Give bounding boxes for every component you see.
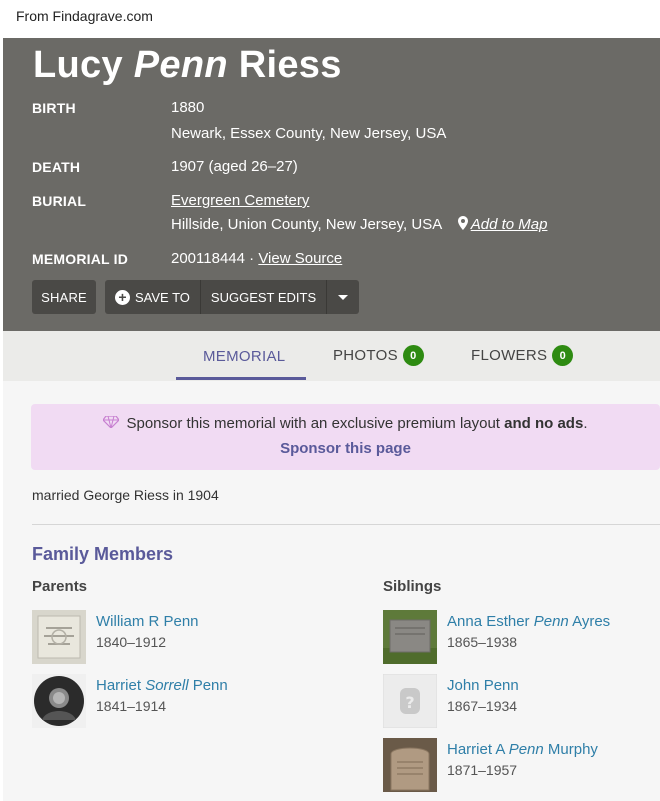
memorial-id-row: 200118444 · View Source [171,250,342,267]
save-to-label: SAVE TO [135,289,190,305]
burial-label: BURIAL [32,193,87,209]
siblings-title: Siblings [383,578,442,595]
placeholder-photo-icon: ? [383,674,437,728]
death-label: DEATH [32,159,81,175]
tab-photos-label: PHOTOS [333,347,398,364]
headstone-photo [32,610,86,664]
bio-text: married George Riess in 1904 [32,487,219,503]
tab-memorial[interactable]: MEMORIAL [203,348,285,365]
sibling-dates: 1865–1938 [447,634,518,650]
memorial-header: Lucy Penn Riess BIRTH 1880 Newark, Essex… [3,38,660,331]
diamond-icon [103,416,120,428]
parent-name: William R Penn [96,613,199,630]
page-title: Lucy Penn Riess [33,44,342,87]
view-source-link[interactable]: View Source [258,250,342,267]
section-divider [32,524,660,525]
sponsor-text: Sponsor this memorial with an exclusive … [126,415,505,432]
tab-memorial-label: MEMORIAL [203,348,286,365]
action-button-group: + SAVE TO SUGGEST EDITS [105,280,360,314]
active-tab-indicator [176,377,306,380]
add-to-map-link[interactable]: Add to Map [471,216,548,233]
burial-place: Hillside, Union County, New Jersey, USA [171,216,442,233]
memorial-id: 200118444 [171,250,245,267]
birth-date: 1880 [171,99,205,116]
tab-flowers-label: FLOWERS [471,347,548,364]
death-value: 1907 (aged 26–27) [171,158,298,175]
name-last: Riess [238,44,342,86]
sibling-name: Anna Esther Penn Ayres [447,613,611,630]
sibling-name: Harriet A Penn Murphy [447,741,598,758]
birth-label: BIRTH [32,100,76,116]
source-note: From Findagrave.com [16,8,153,24]
map-pin-icon [457,216,468,230]
sponsor-text-line: Sponsor this memorial with an exclusive … [31,415,660,432]
id-separator: · [244,250,259,267]
name-middle: Penn [133,44,228,86]
sibling-dates: 1871–1957 [447,762,518,778]
photos-count-badge: 0 [402,345,424,366]
parent-name: Harriet Sorrell Penn [96,677,228,694]
sibling-item[interactable]: Harriet A Penn Murphy 1871–1957 [383,738,598,792]
headstone-photo [383,610,437,664]
sibling-name: John Penn [447,677,519,694]
sibling-dates: 1867–1934 [447,698,518,714]
parent-item[interactable]: Harriet Sorrell Penn 1841–1914 [32,674,228,728]
tab-flowers[interactable]: FLOWERS 0 [471,345,574,366]
caret-down-icon [338,294,349,300]
save-to-button[interactable]: + SAVE TO [105,280,201,314]
burial-place-row: Hillside, Union County, New Jersey, USA … [171,216,547,233]
family-members-title: Family Members [32,544,174,564]
more-actions-dropdown[interactable] [327,280,360,314]
flowers-count-badge: 0 [552,345,574,366]
tab-photos[interactable]: PHOTOS 0 [333,345,424,366]
svg-text:?: ? [405,693,414,712]
sponsor-banner: Sponsor this memorial with an exclusive … [31,404,660,470]
sibling-item[interactable]: ? John Penn 1867–1934 [383,674,519,728]
plus-circle-icon: + [115,289,130,305]
parent-dates: 1841–1914 [96,698,167,714]
tab-bar: MEMORIAL PHOTOS 0 FLOWERS 0 [3,331,660,381]
birth-place: Newark, Essex County, New Jersey, USA [171,125,447,142]
suggest-edits-button[interactable]: SUGGEST EDITS [200,280,328,314]
parent-dates: 1840–1912 [96,634,167,650]
share-button[interactable]: SHARE [32,280,96,314]
sponsor-end: . [583,415,588,432]
parent-item[interactable]: William R Penn 1840–1912 [32,610,199,664]
sponsor-bold-text: and no ads [504,415,584,432]
sponsor-page-link[interactable]: Sponsor this page [280,440,411,457]
headstone-photo [383,738,437,792]
name-first: Lucy [33,44,123,86]
portrait-photo [32,674,86,728]
parents-title: Parents [32,578,88,595]
sibling-item[interactable]: Anna Esther Penn Ayres 1865–1938 [383,610,610,664]
burial-cemetery-link[interactable]: Evergreen Cemetery [171,192,309,209]
memorial-id-label: MEMORIAL ID [32,251,129,267]
